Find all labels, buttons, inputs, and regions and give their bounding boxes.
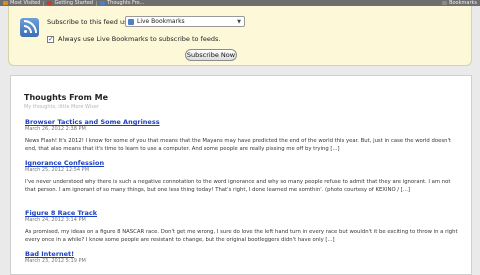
post-date: March 25, 2012 12:54 PM (25, 167, 90, 173)
page-title: Thoughts From Me (24, 93, 109, 102)
always-use-label: Always use Live Bookmarks to subscribe t… (58, 35, 221, 43)
post-excerpt: I've never understood why there is such … (25, 179, 451, 193)
bookmark-page-icon (47, 1, 53, 5)
always-use-row: ✓ Always use Live Bookmarks to subscribe… (47, 35, 220, 43)
live-bookmarks-icon (128, 18, 134, 25)
page-subtitle: My thoughts, little More Wiser (24, 104, 100, 110)
feed-reader-value: Live Bookmarks (137, 18, 185, 25)
feed-subscribe-panel: Subscribe to this feed using Live Bookma… (8, 6, 472, 66)
bookmarks-icon (442, 1, 448, 5)
subscribe-now-button[interactable]: Subscribe Now (185, 49, 237, 61)
bookmark-folder-icon (3, 1, 8, 5)
post-excerpt: As promised, my ideas on a figure 8 NASC… (25, 229, 458, 243)
subscribe-label: Subscribe to this feed using (47, 18, 138, 26)
post-title-link[interactable]: Bad Internet! (25, 250, 74, 258)
feed-content: Thoughts From Me My thoughts, little Mor… (10, 75, 472, 275)
post-excerpt: News Flash! It's 2012! I know for some o… (25, 138, 451, 152)
always-use-checkbox[interactable]: ✓ (47, 35, 54, 43)
chevron-down-icon: ▼ (237, 18, 241, 25)
post-title-link[interactable]: Figure 8 Race Track (25, 209, 97, 217)
rss-feed-icon (20, 18, 39, 37)
post-date: March 23, 2012 5:19 PM (25, 258, 86, 264)
feed-reader-select[interactable]: Live Bookmarks ▼ (125, 16, 245, 27)
post-title-link[interactable]: Browser Tactics and Some Angriness (25, 118, 160, 126)
post-date: March 24, 2012 3:14 PM (25, 217, 86, 223)
post-title-link[interactable]: Ignorance Confession (25, 159, 104, 167)
feed-icon (100, 1, 106, 5)
post-date: March 26, 2012 2:38 PM (25, 126, 86, 132)
